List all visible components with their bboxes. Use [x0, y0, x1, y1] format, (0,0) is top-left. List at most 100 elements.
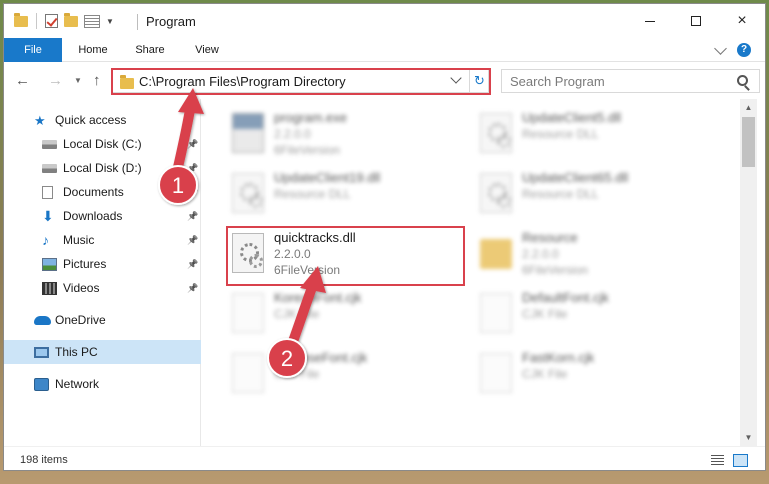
- search-input[interactable]: Search Program: [510, 74, 605, 89]
- network-icon: [34, 377, 49, 391]
- pin-icon[interactable]: 📌: [187, 235, 198, 246]
- customize-toolbar-chevron-icon[interactable]: ▼: [106, 17, 114, 26]
- status-bar: 198 items: [4, 446, 765, 470]
- sidebar-item-onedrive[interactable]: OneDrive: [4, 308, 201, 332]
- close-button[interactable]: ×: [719, 4, 765, 38]
- sidebar-item-downloads[interactable]: ⬇ Downloads 📌: [4, 204, 201, 228]
- star-icon: ★: [34, 112, 46, 128]
- search-box[interactable]: Search Program: [501, 69, 760, 93]
- explorer-window: ▼ Program × File Home Share View ? ← → ▼…: [3, 3, 766, 471]
- file-item[interactable]: UpdateClient19.dll Resource DLL: [226, 167, 466, 223]
- sidebar-item-network[interactable]: Network: [4, 372, 201, 396]
- scroll-up-arrow-icon[interactable]: ▲: [740, 99, 757, 116]
- file-item[interactable]: UpdateClient65.dll Resource DLL: [474, 167, 714, 223]
- title-divider: [137, 14, 138, 30]
- file-name: KoreanFont.cjk: [274, 290, 362, 305]
- tab-share[interactable]: Share: [132, 38, 168, 62]
- disk-icon: [42, 139, 57, 149]
- document-icon: [42, 185, 53, 199]
- minimize-button[interactable]: [627, 4, 673, 38]
- navigation-bar: ← → ▼ ↑ C:\Program Files\Program Directo…: [4, 63, 765, 99]
- folder-icon: [14, 12, 28, 27]
- sidebar-item-label: This PC: [55, 345, 98, 359]
- file-name: ChineseFont.cjk: [274, 350, 368, 365]
- pin-icon[interactable]: 📌: [187, 259, 198, 270]
- maximize-button[interactable]: [673, 4, 719, 38]
- expand-ribbon-chevron-icon[interactable]: [714, 42, 727, 55]
- folder-icon: [480, 239, 512, 269]
- file-detail: CJK File: [522, 367, 568, 381]
- sidebar-item-music[interactable]: ♪ Music 📌: [4, 228, 201, 252]
- file-version: 6FileVersion: [274, 143, 341, 157]
- recent-locations-chevron-icon[interactable]: ▼: [74, 76, 82, 85]
- sidebar-item-label: Music: [63, 233, 95, 247]
- file-detail: Resource DLL: [522, 187, 599, 201]
- forward-arrow-icon[interactable]: →: [48, 72, 63, 89]
- pin-icon[interactable]: 📌: [187, 163, 198, 174]
- title-bar: ▼ Program ×: [4, 4, 765, 38]
- file-name: UpdateClient5.dll: [522, 110, 622, 125]
- file-item[interactable]: program.exe 2.2.0.0 6FileVersion: [226, 107, 466, 163]
- scroll-down-arrow-icon[interactable]: ▼: [740, 429, 757, 446]
- scroll-thumb[interactable]: [742, 117, 755, 167]
- vertical-scrollbar[interactable]: ▲ ▼: [740, 99, 757, 446]
- pin-icon[interactable]: 📌: [187, 211, 198, 222]
- address-highlight-box: [111, 68, 491, 95]
- file-detail: CJK File: [522, 307, 568, 321]
- file-item[interactable]: ChineseFont.cjk CJK File: [226, 347, 466, 403]
- video-icon: [42, 281, 57, 295]
- file-detail: Resource DLL: [522, 127, 599, 141]
- sidebar-item-this-pc[interactable]: This PC: [4, 340, 201, 364]
- exe-icon: [232, 113, 264, 153]
- file-detail: CJK File: [274, 307, 320, 321]
- close-icon: ×: [737, 12, 747, 29]
- sidebar-item-label: Downloads: [63, 209, 123, 223]
- tab-home[interactable]: Home: [74, 38, 112, 62]
- sidebar-item-documents[interactable]: Documents 📌: [4, 180, 201, 204]
- sidebar-item-label: OneDrive: [55, 313, 106, 327]
- pin-icon[interactable]: 📌: [187, 283, 198, 294]
- ribbon-tabs: File Home Share View ?: [4, 38, 765, 62]
- sidebar-item-quick-access[interactable]: ★ Quick access: [4, 108, 201, 132]
- quick-access-toolbar: ▼: [14, 12, 114, 29]
- blank-file-icon: [232, 293, 264, 333]
- dll-icon: [480, 173, 512, 213]
- tab-view[interactable]: View: [190, 38, 224, 62]
- sidebar-item-local-disk-c[interactable]: Local Disk (C:) 📌: [4, 132, 201, 156]
- search-icon[interactable]: [737, 75, 748, 86]
- file-item[interactable]: FastKorn.cjk CJK File: [474, 347, 714, 403]
- picture-icon: [42, 257, 57, 271]
- dll-icon: [232, 173, 264, 213]
- large-icons-view-icon[interactable]: [733, 454, 748, 467]
- file-name: UpdateClient19.dll: [274, 170, 381, 185]
- up-arrow-icon[interactable]: ↑: [93, 72, 101, 89]
- file-name: UpdateClient65.dll: [522, 170, 629, 185]
- sidebar-item-pictures[interactable]: Pictures 📌: [4, 252, 201, 276]
- file-item[interactable]: Resource 2.2.0.0 6FileVersion: [474, 227, 714, 283]
- file-item[interactable]: DefaultFont.cjk CJK File: [474, 287, 714, 343]
- file-item[interactable]: UpdateClient5.dll Resource DLL: [474, 107, 714, 163]
- properties-check-icon[interactable]: [45, 14, 58, 28]
- sidebar-item-local-disk-d[interactable]: Local Disk (D:) 📌: [4, 156, 201, 180]
- file-version: 6FileVersion: [522, 263, 589, 277]
- cloud-icon: [34, 315, 51, 325]
- file-detail: 2.2.0.0: [522, 247, 559, 261]
- music-icon: ♪: [42, 231, 49, 248]
- disk-icon: [42, 163, 57, 173]
- new-folder-icon[interactable]: [64, 12, 78, 27]
- download-icon: ⬇: [42, 207, 54, 224]
- sidebar-item-label: Local Disk (C:): [63, 137, 142, 151]
- tab-file[interactable]: File: [4, 38, 62, 62]
- pin-icon[interactable]: 📌: [187, 187, 198, 198]
- help-icon[interactable]: ?: [737, 43, 751, 57]
- file-item[interactable]: KoreanFont.cjk CJK File: [226, 287, 466, 343]
- sidebar-item-videos[interactable]: Videos 📌: [4, 276, 201, 300]
- back-arrow-icon[interactable]: ←: [15, 72, 30, 89]
- sidebar-item-label: Documents: [63, 185, 124, 199]
- window-title: Program: [146, 14, 196, 29]
- list-properties-icon[interactable]: [84, 14, 100, 28]
- file-name: program.exe: [274, 110, 347, 125]
- sidebar-item-label: Network: [55, 377, 100, 391]
- details-view-icon[interactable]: [711, 455, 724, 466]
- pin-icon[interactable]: 📌: [187, 139, 198, 150]
